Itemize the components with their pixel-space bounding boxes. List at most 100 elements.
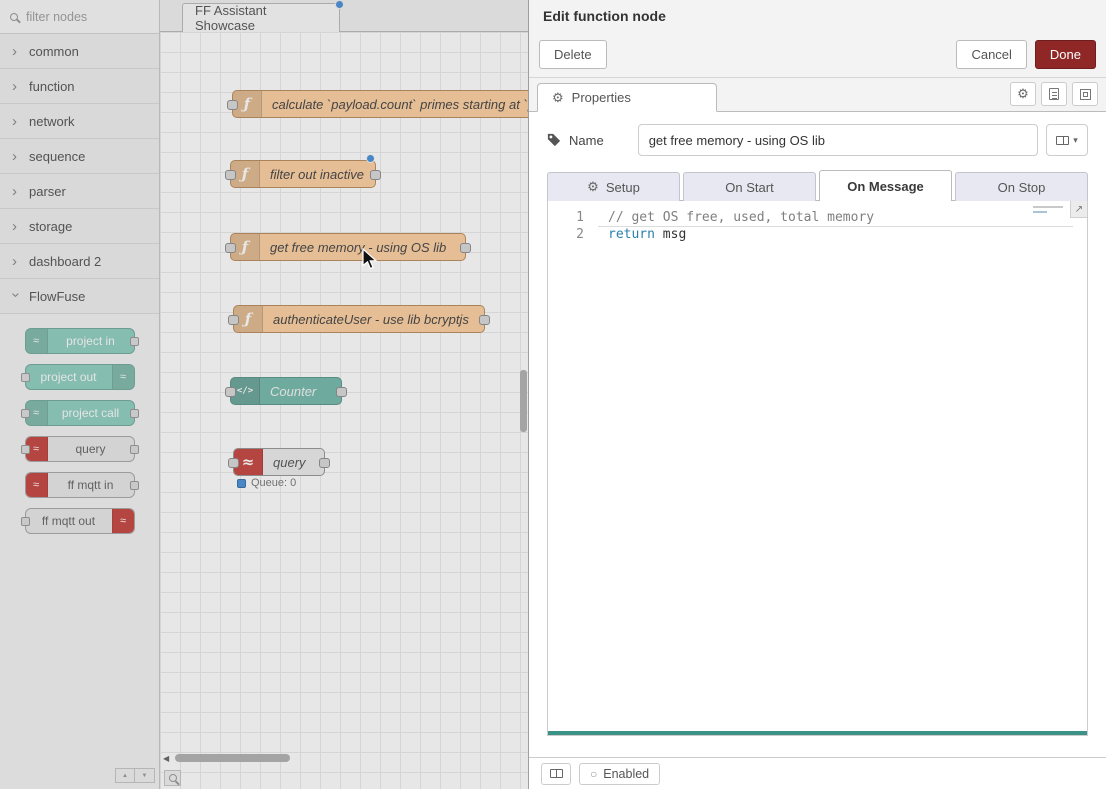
flow-node-authenticate-user[interactable]: ƒ authenticateUser - use lib bcryptjs: [233, 305, 485, 333]
tray-footer: ○ Enabled: [529, 757, 1106, 789]
input-port[interactable]: [21, 409, 30, 418]
palette-category-function[interactable]: › function: [0, 69, 159, 104]
tab-on-stop[interactable]: On Stop: [955, 172, 1088, 201]
palette-node-project-out[interactable]: ≈ project out: [25, 364, 135, 390]
expand-all-button[interactable]: ▼: [135, 768, 155, 783]
node-output-port[interactable]: [460, 243, 471, 253]
search-input[interactable]: [26, 10, 136, 24]
node-status: Queue: 0: [237, 477, 296, 489]
palette-category-common[interactable]: › common: [0, 34, 159, 69]
code-line: // get OS free, used, total memory: [608, 209, 1087, 226]
expand-arrow-icon: ↗: [1075, 204, 1083, 215]
tray-body: Name ▾ ⚙ Setup On Start On Message: [529, 112, 1106, 757]
line-number-gutter: 1 2: [548, 201, 598, 735]
zoom-search-button[interactable]: [164, 770, 181, 786]
palette-node-ff-mqtt-out[interactable]: ≈ ff mqtt out: [25, 508, 135, 534]
palette-node-project-call[interactable]: ≈ project call: [25, 400, 135, 426]
node-settings-button[interactable]: ⚙: [1010, 82, 1036, 106]
description-button[interactable]: [1041, 82, 1067, 106]
input-port[interactable]: [21, 373, 30, 382]
category-label: parser: [29, 184, 66, 199]
palette-node-project-in[interactable]: ≈ project in: [25, 328, 135, 354]
show-description-button[interactable]: [541, 763, 571, 785]
gear-icon: ⚙: [552, 90, 564, 106]
flowfuse-icon: ≈: [26, 329, 48, 353]
tab-on-message[interactable]: On Message: [819, 170, 952, 202]
node-input-port[interactable]: [225, 387, 236, 397]
node-input-port[interactable]: [225, 243, 236, 253]
palette-node-label: query: [48, 437, 134, 461]
line-number: 1: [548, 209, 584, 226]
tray-toolbar: Delete Cancel Done: [529, 32, 1106, 78]
palette-category-dashboard2[interactable]: › dashboard 2: [0, 244, 159, 279]
gear-icon: ⚙: [1017, 86, 1029, 102]
expand-icon: [1080, 89, 1091, 100]
done-button[interactable]: Done: [1035, 40, 1096, 69]
node-input-port[interactable]: [225, 170, 236, 180]
node-output-port[interactable]: [319, 458, 330, 468]
palette-footer: ▲ ▼: [115, 768, 155, 783]
delete-button[interactable]: Delete: [539, 40, 607, 69]
output-port[interactable]: [130, 409, 139, 418]
node-output-port[interactable]: [336, 387, 347, 397]
flow-tab[interactable]: FF Assistant Showcase: [182, 3, 340, 32]
flow-node-calculate-primes[interactable]: ƒ calculate `payload.count` primes start…: [232, 90, 528, 118]
palette-category-parser[interactable]: › parser: [0, 174, 159, 209]
cancel-button[interactable]: Cancel: [956, 40, 1026, 69]
chevron-right-icon: ›: [12, 44, 20, 59]
function-code-tabs: ⚙ Setup On Start On Message On Stop: [547, 170, 1088, 201]
flow-node-query[interactable]: ≈ query: [233, 448, 325, 476]
flow-node-filter-out-inactive[interactable]: ƒ filter out inactive: [230, 160, 376, 188]
status-dot-icon: [237, 479, 246, 488]
category-label: common: [29, 44, 79, 59]
output-port[interactable]: [130, 481, 139, 490]
flow-node-counter[interactable]: </> Counter: [230, 377, 342, 405]
input-port[interactable]: [21, 517, 30, 526]
node-input-port[interactable]: [228, 458, 239, 468]
flow-node-get-free-memory[interactable]: ƒ get free memory - using OS lib: [230, 233, 466, 261]
node-name-input[interactable]: [638, 124, 1038, 156]
flow-canvas[interactable]: FF Assistant Showcase ƒ calculate `paylo…: [160, 0, 528, 789]
palette-category-sequence[interactable]: › sequence: [0, 139, 159, 174]
palette-category-flowfuse[interactable]: › FlowFuse: [0, 279, 159, 314]
node-label: authenticateUser - use lib bcryptjs: [263, 306, 479, 332]
name-label: Name: [569, 133, 604, 148]
edit-node-tray: Edit function node Delete Cancel Done ⚙ …: [528, 0, 1106, 789]
tray-action-buttons: ⚙: [1010, 82, 1098, 106]
canvas-grid[interactable]: ƒ calculate `payload.count` primes start…: [160, 32, 528, 789]
node-enabled-toggle[interactable]: ○ Enabled: [579, 763, 660, 785]
search-icon: [169, 774, 177, 782]
node-input-port[interactable]: [228, 315, 239, 325]
palette-node-ff-mqtt-in[interactable]: ≈ ff mqtt in: [25, 472, 135, 498]
tray-title: Edit function node: [543, 8, 666, 24]
document-icon: [1049, 88, 1059, 100]
editor-expand-button[interactable]: ↗: [1070, 201, 1087, 218]
input-port[interactable]: [21, 445, 30, 454]
expand-tray-button[interactable]: [1072, 82, 1098, 106]
circle-icon: ○: [590, 768, 597, 780]
node-input-port[interactable]: [227, 100, 238, 110]
category-label: network: [29, 114, 75, 129]
output-port[interactable]: [130, 445, 139, 454]
node-output-port[interactable]: [370, 170, 381, 180]
code-editor[interactable]: 1 2 // get OS free, used, total memory r…: [547, 201, 1088, 736]
node-output-port[interactable]: [479, 315, 490, 325]
collapse-all-button[interactable]: ▲: [115, 768, 135, 783]
tab-setup[interactable]: ⚙ Setup: [547, 172, 680, 201]
palette-category-network[interactable]: › network: [0, 104, 159, 139]
tab-properties[interactable]: ⚙ Properties: [537, 83, 717, 112]
tab-on-start[interactable]: On Start: [683, 172, 816, 201]
node-status-text: Queue: 0: [251, 477, 296, 489]
label-options-button[interactable]: ▾: [1046, 124, 1088, 156]
horizontal-scrollbar[interactable]: [175, 754, 290, 762]
tray-header: Edit function node: [529, 0, 1106, 32]
scroll-left-icon[interactable]: ◀: [163, 754, 169, 763]
vertical-scrollbar[interactable]: [520, 370, 527, 432]
palette-category-storage[interactable]: › storage: [0, 209, 159, 244]
palette-node-query[interactable]: ≈ query: [25, 436, 135, 462]
caret-down-icon: ▾: [1073, 135, 1078, 146]
output-port[interactable]: [130, 337, 139, 346]
tab-label: On Start: [725, 180, 773, 195]
editor-resize-bar[interactable]: [548, 731, 1087, 735]
code-area[interactable]: // get OS free, used, total memory retur…: [598, 201, 1087, 735]
